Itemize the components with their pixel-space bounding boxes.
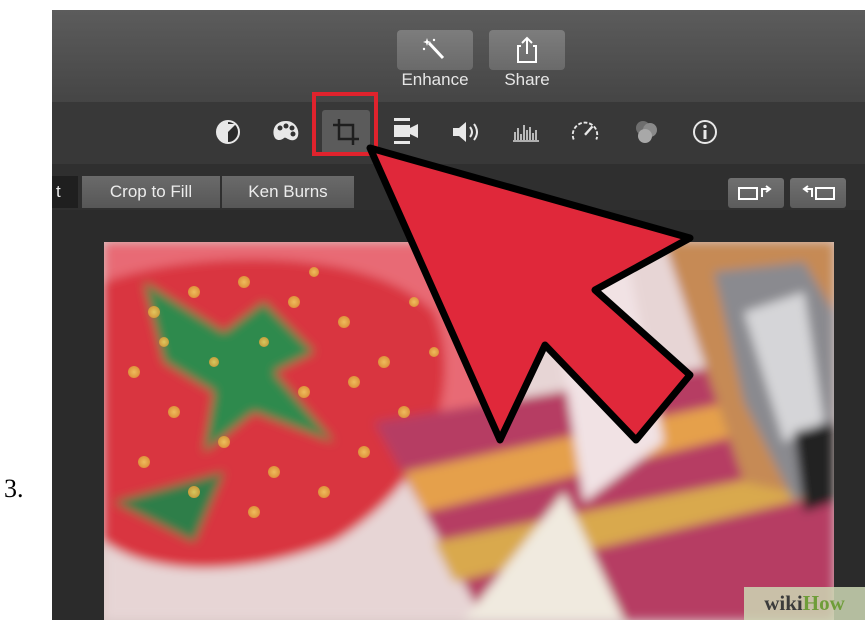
watermark-part1: wiki xyxy=(764,591,803,615)
crop-highlight-box xyxy=(312,92,378,156)
share-label: Share xyxy=(504,70,550,89)
info-button[interactable] xyxy=(689,116,721,148)
imovie-window: Enhance Share t Crop to Fill Ken Burns xyxy=(52,10,865,620)
watermark-part2: How xyxy=(802,591,845,615)
crop-to-fill-button[interactable]: Crop to Fill xyxy=(82,176,220,208)
share-button[interactable] xyxy=(489,30,565,70)
magic-wand-icon xyxy=(422,38,445,60)
wikihow-watermark: wiki How xyxy=(744,587,865,620)
rotate-left-icon xyxy=(738,185,772,200)
stabilization-button[interactable] xyxy=(390,116,422,148)
volume-button[interactable] xyxy=(450,116,482,148)
top-toolbar: Enhance Share xyxy=(52,10,865,102)
enhance-button[interactable] xyxy=(397,30,473,70)
fit-button[interactable]: t xyxy=(52,176,78,208)
noise-reduction-icon xyxy=(513,125,539,142)
speed-icon xyxy=(571,121,599,140)
color-correction-icon xyxy=(273,121,299,141)
noise-reduction-button[interactable] xyxy=(510,116,542,148)
video-frame-image xyxy=(104,242,834,620)
volume-icon xyxy=(453,122,478,142)
speed-button[interactable] xyxy=(569,116,601,148)
color-correction-button[interactable] xyxy=(270,116,302,148)
info-icon xyxy=(693,120,717,144)
clip-filter-button[interactable] xyxy=(630,116,662,148)
rotate-right-icon xyxy=(802,185,835,200)
video-viewer[interactable] xyxy=(104,242,834,620)
step-number: 3. xyxy=(4,474,24,503)
color-balance-button[interactable] xyxy=(212,116,244,148)
enhance-label: Enhance xyxy=(401,70,469,89)
color-balance-icon xyxy=(216,120,240,144)
clip-filter-icon xyxy=(636,121,657,143)
rotate-right-button[interactable] xyxy=(790,178,846,208)
rotate-left-button[interactable] xyxy=(728,178,784,208)
share-icon xyxy=(517,36,537,63)
stabilization-icon xyxy=(394,118,418,144)
ken-burns-button[interactable]: Ken Burns xyxy=(222,176,354,208)
